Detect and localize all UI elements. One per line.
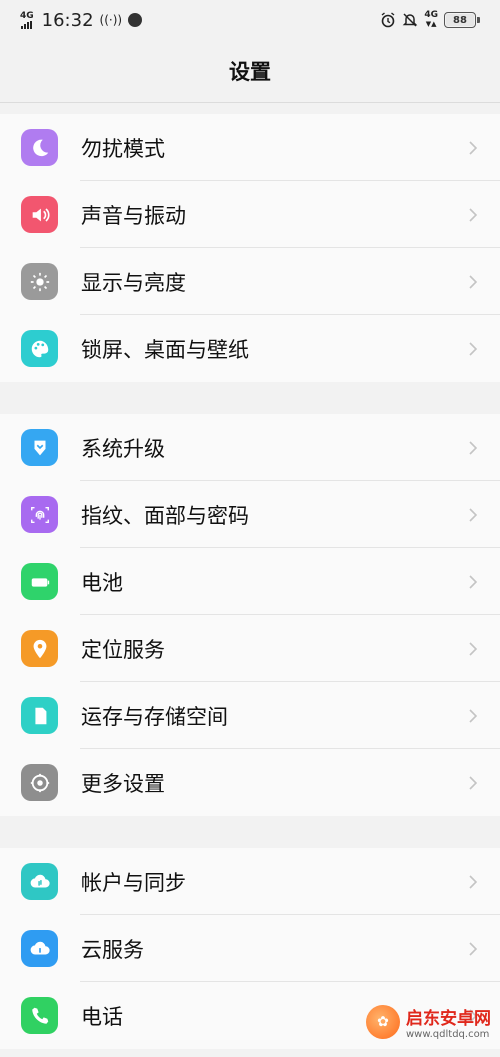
chevron-right-icon (469, 140, 478, 155)
network-type-left: 4G (20, 10, 34, 21)
site-watermark: ✿ 启东安卓网 www.qdltdq.com (360, 987, 500, 1057)
settings-item-more-settings[interactable]: 更多设置 (0, 749, 500, 816)
location-pin-icon (21, 630, 58, 667)
hotspot-icon: ((·)) (99, 13, 123, 27)
watermark-logo-icon: ✿ (366, 1005, 400, 1039)
status-bar: 4G 16:32 ((·)) 4G ▼▲ 88 (0, 0, 500, 40)
chevron-right-icon (469, 507, 478, 522)
settings-item-label: 帐户与同步 (81, 870, 186, 895)
status-bar-right: 4G ▼▲ 88 (380, 11, 480, 29)
chevron-right-icon (469, 341, 478, 356)
settings-item-label: 指纹、面部与密码 (81, 503, 249, 528)
settings-item-label: 电话 (81, 1004, 123, 1029)
sun-icon (21, 263, 58, 300)
settings-item-label: 运存与存储空间 (81, 704, 228, 729)
update-icon (21, 429, 58, 466)
chevron-right-icon (469, 440, 478, 455)
settings-item-label: 云服务 (81, 937, 144, 962)
chevron-right-icon (469, 274, 478, 289)
status-bar-left: 4G 16:32 ((·)) (20, 9, 143, 31)
settings-item-label: 勿扰模式 (81, 136, 165, 161)
network-type-right: 4G (424, 10, 438, 20)
settings-item-label: 显示与亮度 (81, 270, 186, 295)
battery-icon: 88 (444, 12, 480, 28)
data-signal-icon: 4G ▼▲ (424, 10, 438, 29)
settings-item-battery[interactable]: 电池 (0, 548, 500, 615)
battery-level: 88 (446, 14, 474, 26)
alarm-icon (381, 12, 395, 28)
chevron-right-icon (469, 207, 478, 222)
settings-item-storage[interactable]: 运存与存储空间 (0, 682, 500, 749)
settings-item-label: 定位服务 (81, 637, 165, 662)
clock: 16:32 (41, 9, 94, 31)
moon-icon (21, 129, 58, 166)
settings-item-label: 电池 (81, 570, 123, 595)
signal-icon: 4G (20, 10, 34, 29)
sd-card-icon (21, 697, 58, 734)
fingerprint-icon (21, 496, 58, 533)
settings-item-display-brightness[interactable]: 显示与亮度 (0, 248, 500, 315)
watermark-url: www.qdltdq.com (406, 1029, 490, 1040)
settings-item-lockscreen-wallpaper[interactable]: 锁屏、桌面与壁纸 (0, 315, 500, 382)
settings-item-label: 系统升级 (81, 436, 165, 461)
battery-icon (21, 563, 58, 600)
settings-item-location[interactable]: 定位服务 (0, 615, 500, 682)
chevron-right-icon (469, 941, 478, 956)
cloud-icon (21, 930, 58, 967)
settings-item-label: 锁屏、桌面与壁纸 (81, 337, 249, 362)
settings-item-accounts-sync[interactable]: 帐户与同步 (0, 848, 500, 915)
settings-item-do-not-disturb[interactable]: 勿扰模式 (0, 114, 500, 181)
gear-icon (21, 764, 58, 801)
settings-item-system-update[interactable]: 系统升级 (0, 414, 500, 481)
mute-bell-icon (403, 13, 418, 27)
watermark-title: 启东安卓网 (406, 1009, 491, 1029)
chevron-right-icon (469, 641, 478, 656)
phone-icon (21, 997, 58, 1034)
settings-item-cloud-service[interactable]: 云服务 (0, 915, 500, 982)
page-title: 设置 (229, 60, 271, 84)
settings-item-sound-vibration[interactable]: 声音与振动 (0, 181, 500, 248)
title-divider (0, 102, 500, 103)
settings-item-fingerprint-face-password[interactable]: 指纹、面部与密码 (0, 481, 500, 548)
speaker-icon (21, 196, 58, 233)
sync-icon (21, 863, 58, 900)
chevron-right-icon (469, 874, 478, 889)
settings-item-label: 声音与振动 (81, 203, 186, 228)
app-notification-icon (128, 13, 143, 27)
chevron-right-icon (469, 574, 478, 589)
chevron-right-icon (469, 775, 478, 790)
settings-group-1: 勿扰模式 声音与振动 显示与亮度 锁屏、桌面与壁纸 (0, 114, 500, 382)
chevron-right-icon (469, 708, 478, 723)
settings-item-label: 更多设置 (81, 771, 165, 796)
settings-group-2: 系统升级 指纹、面部与密码 电池 定位服务 运存与存储空间 更多设置 (0, 414, 500, 816)
palette-icon (21, 330, 58, 367)
